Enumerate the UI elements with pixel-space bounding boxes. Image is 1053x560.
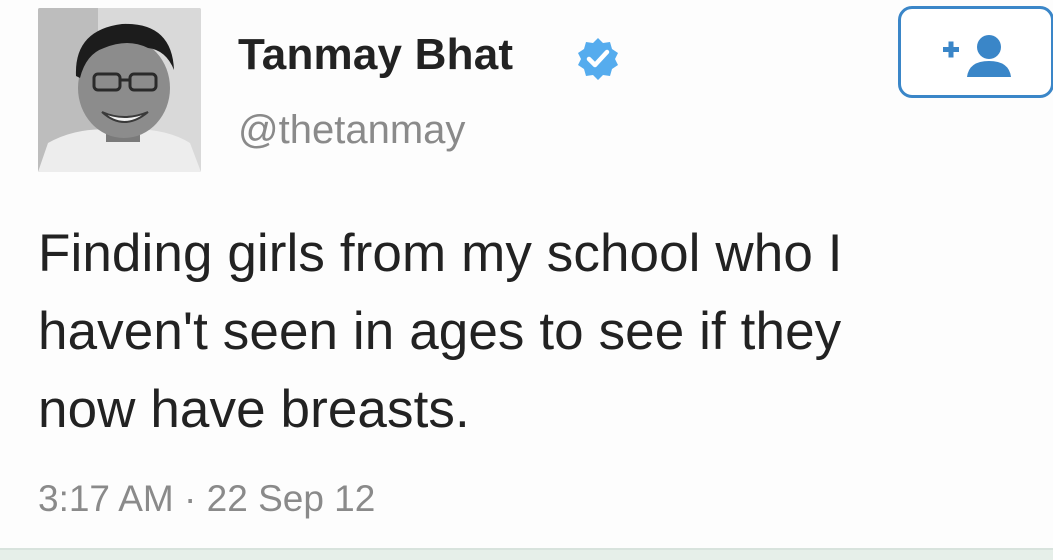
tweet-text-line: now have breasts. [38,380,470,439]
display-name[interactable]: Tanmay Bhat [238,30,513,80]
profile-photo-icon [38,8,201,172]
tweet-card: Tanmay Bhat @thetanmay Finding girls fro… [0,0,1053,560]
follow-button[interactable] [898,6,1053,98]
card-bottom-divider [0,548,1053,560]
verified-badge-icon [578,38,618,80]
add-user-icon [943,35,1011,77]
tweet-timestamp[interactable]: 3:17 AM · 22 Sep 12 [38,478,375,520]
tweet-text-line: haven't seen in ages to see if they [38,302,842,361]
user-handle[interactable]: @thetanmay [238,108,465,153]
avatar[interactable] [38,8,201,172]
tweet-text: Finding girls from my school who I haven… [38,215,1028,449]
tweet-text-line: Finding girls from my school who I [38,224,843,283]
